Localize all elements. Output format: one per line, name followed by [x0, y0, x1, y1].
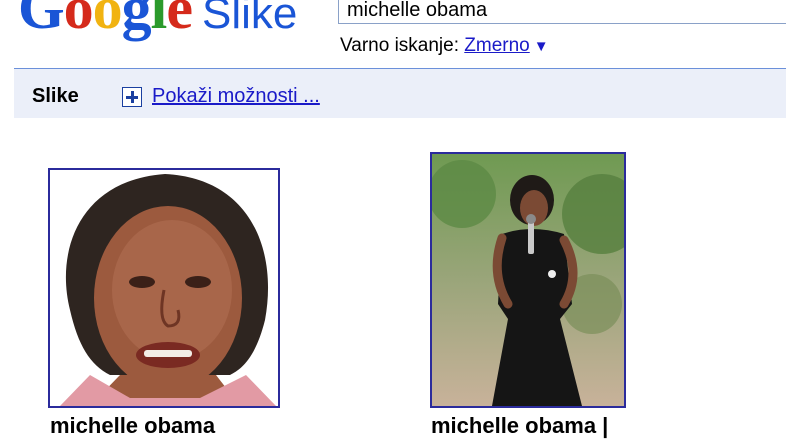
- speaker-photo: [432, 154, 624, 406]
- logo-product-label: Slike: [201, 0, 298, 38]
- section-title: Slike: [32, 85, 79, 107]
- dropdown-arrow-icon[interactable]: ▼: [534, 38, 549, 55]
- google-images-logo[interactable]: Google Slike: [18, 0, 297, 38]
- result-thumbnail-2[interactable]: [430, 152, 626, 408]
- safe-search-level-link[interactable]: Zmerno: [464, 35, 529, 56]
- google-images-page: GoogleSlike Varno iskanje: Zmerno ▼ Slike…: [0, 0, 786, 441]
- result-caption-2[interactable]: michelle obama |: [431, 413, 608, 439]
- portrait-photo: [50, 170, 278, 406]
- show-options-link[interactable]: Pokaži možnosti ...: [152, 85, 320, 108]
- result-caption-1[interactable]: michelle obama: [50, 413, 215, 439]
- plus-icon[interactable]: [122, 87, 142, 107]
- safe-search-label: Varno iskanje:: [340, 35, 459, 56]
- results-header-bar: Slike Pokaži možnosti ...: [14, 68, 786, 118]
- result-thumbnail-1[interactable]: [48, 168, 280, 408]
- safe-search: Varno iskanje: Zmerno ▼: [340, 35, 549, 57]
- search-input[interactable]: [338, 0, 786, 24]
